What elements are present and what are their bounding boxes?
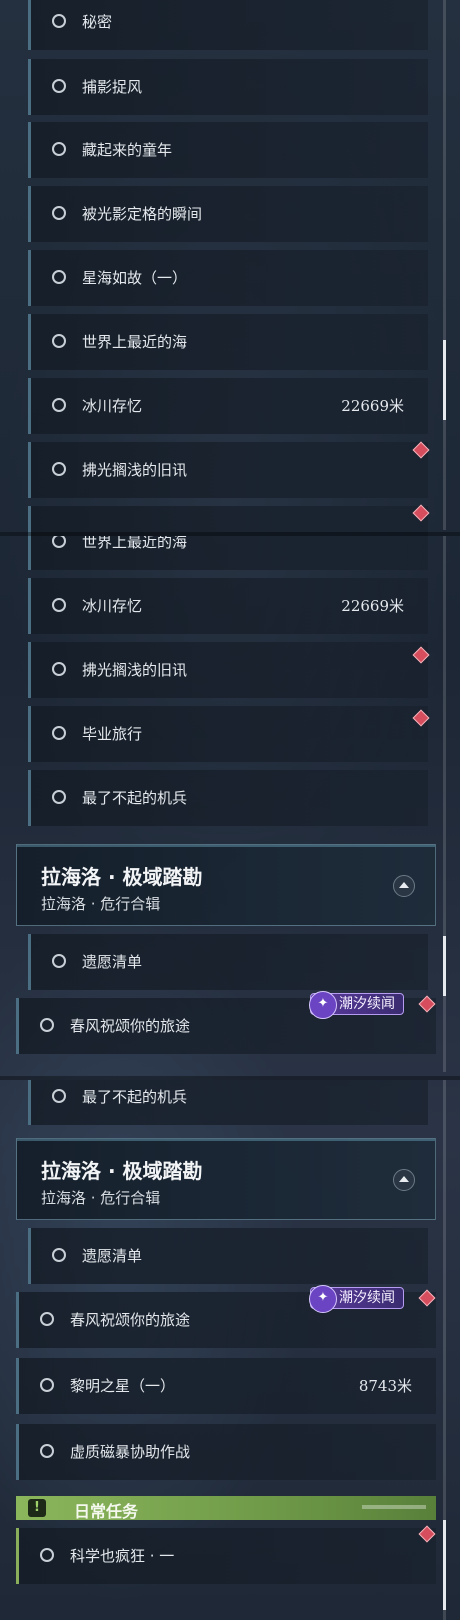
scrollbar-thumb[interactable] [443,1520,446,1610]
tidal-sequel-tag: ✦ 潮汐续闻 [309,1285,404,1313]
quest-item[interactable]: 秘密 [28,0,428,50]
radio-icon [52,206,66,220]
quest-label: 拂光搁浅的旧讯 [82,461,188,479]
quest-label: 最了不起的机兵 [82,1088,188,1106]
scrollbar[interactable] [443,0,446,530]
tag-label: 潮汐续闻 [339,996,395,1012]
quest-label: 春风祝颂你的旅途 [70,1017,191,1035]
tidal-sequel-tag: ✦ 潮汐续闻 [309,991,404,1019]
quest-label: 春风祝颂你的旅途 [70,1311,191,1329]
scrollbar[interactable] [443,1080,446,1620]
radio-icon [52,462,66,476]
scrollbar[interactable] [443,536,446,1072]
quest-item[interactable]: 最了不起的机兵 [28,770,428,826]
quest-item[interactable]: 冰川存忆 22669米 [28,378,428,434]
quest-label: 世界上最近的海 [82,333,188,351]
radio-icon [52,1248,66,1262]
radio-icon [40,1018,54,1032]
radio-icon [52,662,66,676]
chapter-header[interactable]: 拉海洛 · 极域踏勘 拉海洛 · 危行合辑 [16,844,436,926]
quest-label: 遗愿清单 [82,1247,143,1265]
quest-label: 最了不起的机兵 [82,789,188,807]
quest-label: 冰川存忆 [82,597,143,615]
quest-label: 毕业旅行 [82,725,143,743]
quest-item[interactable]: 藏起来的童年 [28,122,428,178]
daily-tasks-title: 日常任务 [74,1502,139,1521]
exclamation-icon: ! [28,1499,46,1517]
quest-label: 秘密 [82,13,113,31]
radio-icon [52,14,66,28]
quest-item[interactable]: 被光影定格的瞬间 [28,186,428,242]
radio-icon [52,790,66,804]
quest-item[interactable]: 最了不起的机兵 [28,1080,428,1125]
radio-icon [52,334,66,348]
chapter-subtitle: 拉海洛 · 危行合辑 [41,895,161,913]
quest-list-panel-1[interactable]: 秘密 捕影捉风 藏起来的童年 被光影定格的瞬间 星海如故（一） 世界上最近的海 … [0,0,460,536]
quest-item[interactable]: 黎明之星（一） 8743米 [16,1358,436,1414]
quest-item[interactable]: 冰川存忆 22669米 [28,578,428,634]
radio-icon [52,270,66,284]
quest-item[interactable]: 虚质磁暴协助作战 [16,1424,436,1480]
chapter-title: 拉海洛 · 极域踏勘 [41,865,203,889]
radio-icon [52,598,66,612]
quest-item[interactable]: 世界上最近的海 [28,536,428,570]
radio-icon [52,142,66,156]
chapter-title: 拉海洛 · 极域踏勘 [41,1159,203,1183]
quest-distance: 22669米 [341,597,404,615]
tag-label: 潮汐续闻 [339,1290,395,1306]
quest-label: 被光影定格的瞬间 [82,205,203,223]
radio-icon [52,536,66,548]
radio-icon [40,1312,54,1326]
quest-item[interactable]: 毕业旅行 [28,706,428,762]
quest-label: 冰川存忆 [82,397,143,415]
quest-label: 拂光搁浅的旧讯 [82,661,188,679]
quest-label: 遗愿清单 [82,953,143,971]
quest-distance: 22669米 [341,397,404,415]
quest-label: 藏起来的童年 [82,141,173,159]
radio-icon [52,79,66,93]
swirl-icon: ✦ [309,1285,337,1313]
chevron-up-icon[interactable] [393,875,415,897]
swirl-icon: ✦ [309,991,337,1019]
quest-label: 虚质磁暴协助作战 [70,1443,191,1461]
quest-label: 世界上最近的海 [82,536,188,551]
quest-label: 星海如故（一） [82,269,188,287]
chapter-subtitle: 拉海洛 · 危行合辑 [41,1189,161,1207]
quest-item[interactable]: 拂光搁浅的旧讯 [28,442,428,498]
chapter-header[interactable]: 拉海洛 · 极域踏勘 拉海洛 · 危行合辑 [16,1138,436,1220]
quest-item[interactable]: 遗愿清单 [28,934,428,990]
quest-list-panel-3[interactable]: 最了不起的机兵 拉海洛 · 极域踏勘 拉海洛 · 危行合辑 遗愿清单 春风祝颂你… [0,1080,460,1620]
quest-label: 捕影捉风 [82,78,143,96]
quest-item[interactable]: 星海如故（一） [28,250,428,306]
radio-icon [40,1444,54,1458]
radio-icon [40,1548,54,1562]
radio-icon [52,954,66,968]
quest-item[interactable]: 遗愿清单 [28,1228,428,1284]
scrollbar-thumb[interactable] [443,340,446,420]
radio-icon [52,1089,66,1103]
quest-item[interactable]: 科学也疯狂 · 一 [16,1528,436,1584]
radio-icon [52,726,66,740]
radio-icon [40,1378,54,1392]
daily-tasks-header[interactable]: ! 日常任务 [16,1496,436,1521]
scrollbar-thumb[interactable] [443,936,446,996]
radio-icon [52,398,66,412]
quest-distance: 8743米 [358,1377,412,1395]
quest-item[interactable]: 世界上最近的海 [28,314,428,370]
quest-item[interactable]: 拂光搁浅的旧讯 [28,642,428,698]
decorative-strip [362,1505,426,1509]
quest-item[interactable]: 捕影捉风 [28,59,428,115]
chevron-up-icon[interactable] [393,1169,415,1191]
quest-label: 科学也疯狂 · 一 [70,1547,175,1565]
quest-label: 黎明之星（一） [70,1377,176,1395]
quest-list-panel-2[interactable]: 世界上最近的海 冰川存忆 22669米 拂光搁浅的旧讯 毕业旅行 最了不起的机兵… [0,536,460,1080]
